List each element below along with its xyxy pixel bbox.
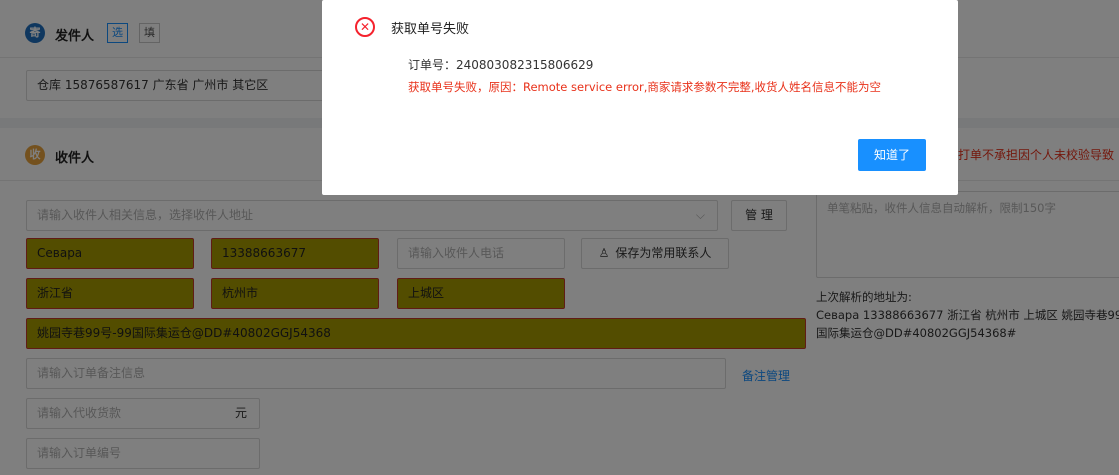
error-dialog: ✕ 获取单号失败 订单号：240803082315806629 获取单号失败，原… [322,0,958,195]
dialog-ok-button[interactable]: 知道了 [858,139,926,171]
dialog-order-number: 订单号：240803082315806629 [408,58,594,72]
dialog-title: 获取单号失败 [391,22,470,37]
error-circle-icon: ✕ [355,17,375,37]
dialog-error-reason: 获取单号失败，原因：Remote service error,商家请求参数不完整… [408,80,882,94]
